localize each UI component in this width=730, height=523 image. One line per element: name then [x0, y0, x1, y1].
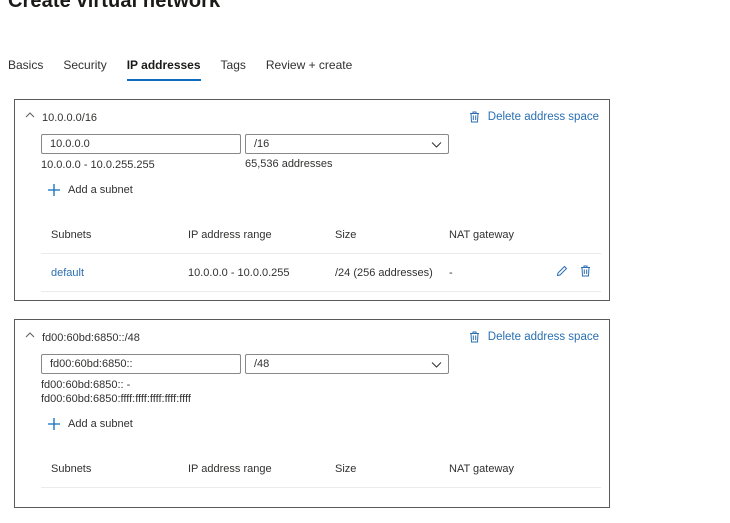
chevron-down-icon: [431, 142, 442, 148]
subnet-size: /24 (256 addresses): [335, 266, 433, 279]
column-header-ip-range: IP address range: [188, 462, 272, 475]
add-subnet-button[interactable]: Add a subnet: [47, 417, 133, 431]
add-subnet-label: Add a subnet: [68, 418, 133, 430]
column-header-size: Size: [335, 228, 357, 241]
subnet-range: 10.0.0.0 - 10.0.0.255: [188, 266, 290, 279]
address-range-text: fd00:60bd:6850:: - fd00:60bd:6850:ffff:f…: [41, 378, 191, 406]
subnet-nat-gateway: -: [449, 266, 453, 279]
tab-security[interactable]: Security: [63, 58, 106, 78]
column-header-nat-gateway: NAT gateway: [449, 462, 515, 475]
delete-subnet-trash-icon[interactable]: [580, 264, 591, 282]
subnet-table: Subnets IP address range Size NAT gatewa…: [41, 450, 601, 488]
column-header-subnets: Subnets: [51, 462, 92, 475]
chevron-down-icon: [431, 362, 442, 368]
address-space-panel: 10.0.0.0/16 Delete address space /16 10.…: [14, 99, 610, 301]
add-subnet-label: Add a subnet: [68, 184, 133, 196]
row-actions: [544, 264, 591, 282]
prefix-select[interactable]: /48: [245, 354, 449, 374]
chevron-up-icon[interactable]: [24, 329, 36, 341]
prefix-select-value: /16: [254, 138, 270, 150]
tab-review-create[interactable]: Review + create: [266, 58, 352, 78]
add-subnet-button[interactable]: Add a subnet: [47, 183, 133, 197]
trash-icon: [469, 111, 479, 123]
trash-icon: [469, 331, 479, 343]
title-row: Create virtual network ···: [8, 0, 255, 13]
column-header-nat-gateway: NAT gateway: [449, 228, 515, 241]
delete-address-space-label: Delete address space: [487, 111, 599, 123]
plus-icon: [48, 184, 60, 196]
subnet-table: Subnets IP address range Size NAT gatewa…: [41, 216, 601, 292]
plus-icon: [48, 418, 60, 430]
address-input[interactable]: [41, 134, 241, 154]
tab-tags[interactable]: Tags: [221, 58, 246, 78]
address-input[interactable]: [41, 354, 241, 374]
tab-bar: Basics Security IP addresses Tags Review…: [8, 58, 372, 81]
delete-address-space-button[interactable]: Delete address space: [469, 331, 599, 343]
tab-basics[interactable]: Basics: [8, 58, 43, 78]
address-count: 65,536 addresses: [245, 158, 333, 170]
column-header-size: Size: [335, 462, 357, 475]
tab-ip-addresses[interactable]: IP addresses: [126, 58, 201, 81]
subnet-name-link[interactable]: default: [51, 267, 84, 279]
address-range-line: fd00:60bd:6850:ffff:ffff:ffff:ffff:ffff: [41, 393, 191, 405]
address-space-panel: fd00:60bd:6850::/48 Delete address space…: [14, 319, 610, 508]
prefix-select-value: /48: [254, 358, 270, 370]
address-range-line: 10.0.0.0 - 10.0.255.255: [41, 159, 155, 171]
chevron-up-icon[interactable]: [24, 109, 36, 121]
table-row: default 10.0.0.0 - 10.0.0.255 /24 (256 a…: [41, 254, 601, 292]
table-header-row: Subnets IP address range Size NAT gatewa…: [41, 216, 601, 254]
address-space-label: 10.0.0.0/16: [42, 112, 98, 124]
address-range-line: fd00:60bd:6850:: -: [41, 379, 131, 391]
table-header-row: Subnets IP address range Size NAT gatewa…: [41, 450, 601, 488]
address-range-text: 10.0.0.0 - 10.0.255.255: [41, 158, 155, 172]
address-space-label: fd00:60bd:6850::/48: [42, 332, 140, 344]
page-title: Create virtual network: [8, 0, 221, 12]
column-header-subnets: Subnets: [51, 228, 92, 241]
edit-pencil-icon[interactable]: [556, 264, 568, 282]
delete-address-space-button[interactable]: Delete address space: [469, 111, 599, 123]
prefix-select[interactable]: /16: [245, 134, 449, 154]
delete-address-space-label: Delete address space: [487, 331, 599, 343]
more-ellipsis-icon[interactable]: ···: [242, 0, 255, 6]
column-header-ip-range: IP address range: [188, 228, 272, 241]
